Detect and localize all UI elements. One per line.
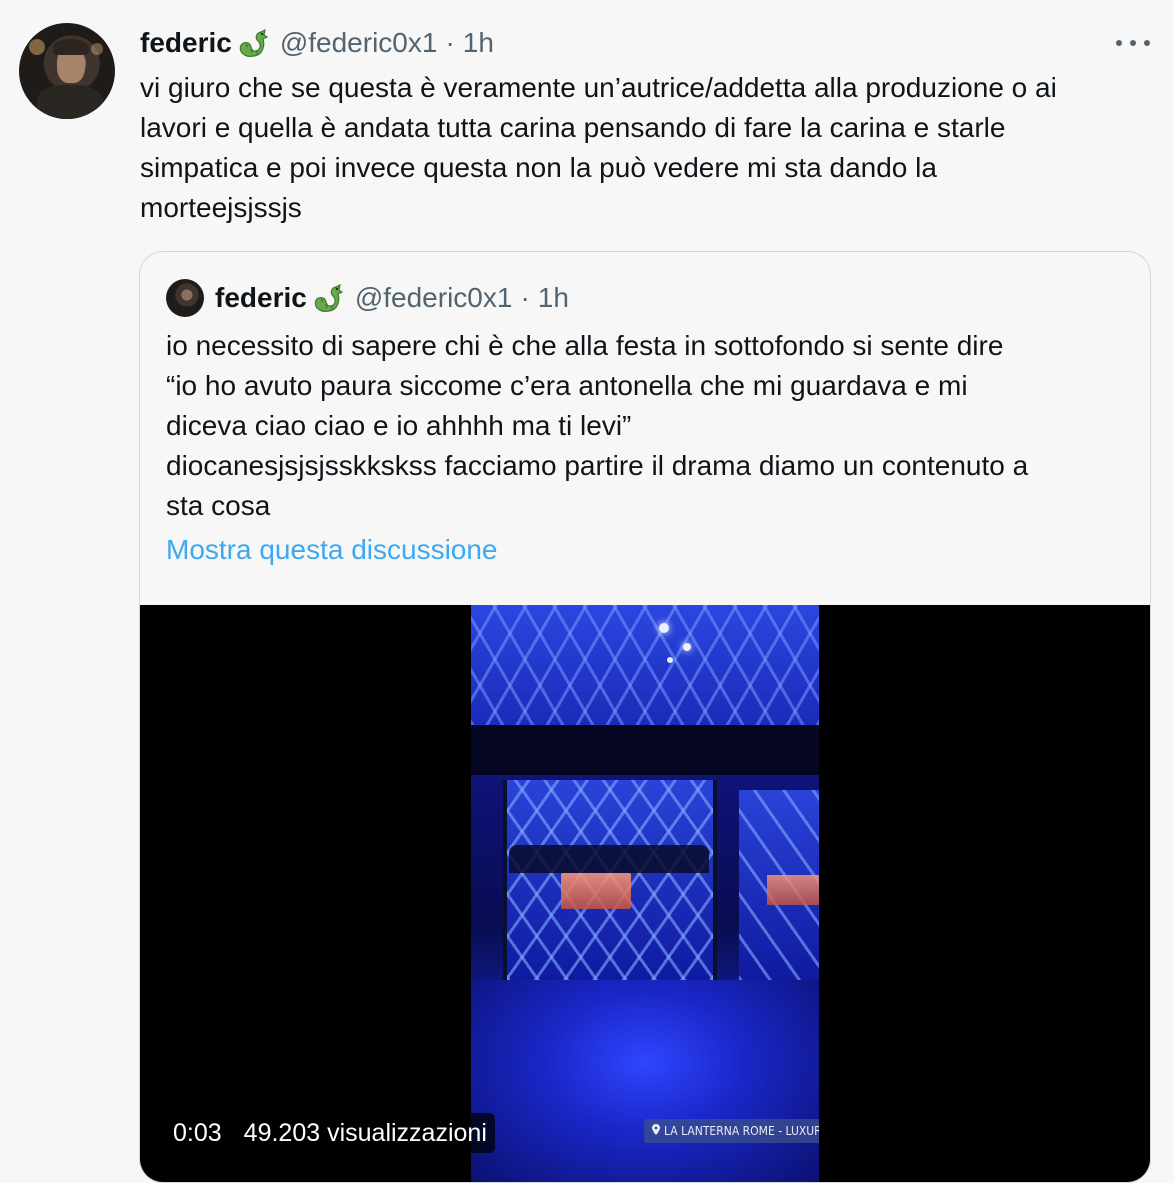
quoted-text-line: io necessito di sapere chi è che alla fe… — [166, 330, 1004, 361]
more-options-icon[interactable] — [1116, 30, 1150, 56]
separator-dot: · — [445, 27, 455, 58]
quoted-author-avatar — [166, 279, 204, 317]
video-view-count: 49.203 visualizzazioni — [243, 1118, 487, 1147]
video-frame: LA LANTERNA ROME - LUXURY EVENTS — [471, 605, 819, 1182]
quoted-author-handle: @federic0x1 — [354, 282, 513, 313]
quoted-text-line: “io ho avuto paura siccome c’era antonel… — [166, 370, 968, 401]
quoted-text-line: diocanesjsjsjsskkskss facciamo partire i… — [166, 450, 1029, 481]
quoted-tweet-header: federic @federic0x1 · 1h — [215, 280, 569, 316]
show-thread-link[interactable]: Mostra questa discussione — [166, 534, 498, 566]
tweet-text-line: simpatica e poi invece questa non la può… — [140, 152, 937, 183]
dragon-emoji-icon — [236, 27, 270, 59]
dragon-emoji-icon — [311, 282, 345, 314]
quoted-text-line: sta cosa — [166, 490, 271, 521]
quoted-tweet-card[interactable]: federic @federic0x1 · 1h io necessito di… — [139, 251, 1151, 1183]
video-elapsed-time: 0:03 — [173, 1118, 222, 1147]
separator-dot: · — [520, 282, 530, 313]
tweet-text-line: vi giuro che se questa è veramente un’au… — [140, 72, 1057, 103]
video-player[interactable]: LA LANTERNA ROME - LUXURY EVENTS 0:03 49… — [140, 605, 1150, 1182]
video-info-overlay: 0:03 49.203 visualizzazioni — [165, 1113, 495, 1153]
quoted-tweet-text: io necessito di sapere chi è che alla fe… — [166, 326, 1136, 526]
tweet-text-line: lavori e quella è andata tutta carina pe… — [140, 112, 1006, 143]
quoted-author-name: federic — [215, 282, 307, 313]
location-badge: LA LANTERNA ROME - LUXURY EVENTS — [644, 1119, 819, 1143]
tweet-text: vi giuro che se questa è veramente un’au… — [140, 68, 1150, 228]
pin-icon — [652, 1124, 660, 1138]
tweet-header: federic @federic0x1 · 1h — [140, 26, 494, 60]
author-handle[interactable]: @federic0x1 — [280, 27, 438, 59]
author-name[interactable]: federic — [140, 27, 232, 59]
tweet-timestamp[interactable]: 1h — [463, 27, 494, 59]
location-label: LA LANTERNA ROME - LUXURY EVENTS — [664, 1124, 819, 1138]
quoted-text-line: diceva ciao ciao e io ahhhh ma ti levi” — [166, 410, 632, 441]
author-avatar[interactable] — [19, 23, 115, 119]
quoted-tweet-timestamp: 1h — [537, 282, 569, 313]
tweet-text-line: morteejsjssjs — [140, 192, 302, 223]
